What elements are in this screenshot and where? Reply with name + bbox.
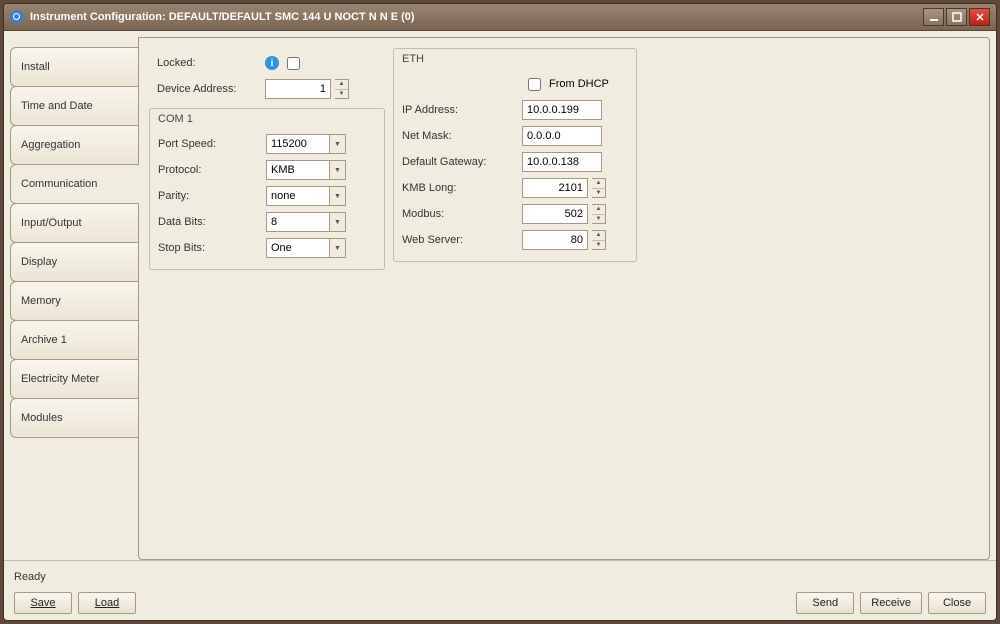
tab-install[interactable]: Install: [10, 47, 138, 87]
device-address-spinner[interactable]: ▲▼: [335, 79, 349, 99]
eth-title: ETH: [394, 49, 636, 67]
protocol-combo[interactable]: KMB▼: [266, 160, 346, 180]
maximize-button[interactable]: [946, 8, 967, 26]
from-dhcp-label: From DHCP: [549, 78, 609, 90]
left-column: Locked: i Device Address: ▲▼: [149, 48, 385, 270]
status-text: Ready: [14, 567, 986, 587]
minimize-button[interactable]: [923, 8, 944, 26]
data-bits-combo[interactable]: 8▼: [266, 212, 346, 232]
right-column: ETH From DHCP IP Address:: [393, 48, 637, 262]
load-button[interactable]: Load: [78, 592, 136, 614]
titlebar: Instrument Configuration: DEFAULT/DEFAUL…: [4, 4, 996, 31]
receive-button[interactable]: Receive: [860, 592, 922, 614]
tab-input-output[interactable]: Input/Output: [10, 203, 138, 243]
send-button[interactable]: Send: [796, 592, 854, 614]
tab-strip: InstallTime and DateAggregationCommunica…: [10, 37, 138, 560]
com1-title: COM 1: [150, 109, 384, 127]
data-bits-label: Data Bits:: [158, 216, 266, 228]
chevron-down-icon: ▼: [329, 239, 345, 257]
gw-input[interactable]: [522, 152, 602, 172]
locked-label: Locked:: [157, 57, 265, 69]
app-icon: [10, 10, 24, 24]
kmb-long-input[interactable]: [522, 178, 588, 198]
device-address-row: Device Address: ▲▼: [157, 76, 377, 102]
eth-group: ETH From DHCP IP Address:: [393, 48, 637, 262]
locked-checkbox[interactable]: [287, 57, 300, 70]
ip-input[interactable]: [522, 100, 602, 120]
port-speed-combo[interactable]: 115200▼: [266, 134, 346, 154]
com1-group: COM 1 Port Speed: 115200▼ Protocol: KMB▼…: [149, 108, 385, 270]
tab-electricity-meter[interactable]: Electricity Meter: [10, 359, 138, 399]
window: Instrument Configuration: DEFAULT/DEFAUL…: [3, 3, 997, 621]
protocol-label: Protocol:: [158, 164, 266, 176]
chevron-down-icon: ▼: [329, 135, 345, 153]
close-button[interactable]: Close: [928, 592, 986, 614]
port-speed-label: Port Speed:: [158, 138, 266, 150]
window-title: Instrument Configuration: DEFAULT/DEFAUL…: [30, 11, 921, 23]
chevron-down-icon: ▼: [329, 213, 345, 231]
modbus-spinner[interactable]: ▲▼: [592, 204, 606, 224]
tab-time-and-date[interactable]: Time and Date: [10, 86, 138, 126]
web-input[interactable]: [522, 230, 588, 250]
parity-combo[interactable]: none▼: [266, 186, 346, 206]
chevron-down-icon: ▼: [329, 187, 345, 205]
modbus-label: Modbus:: [402, 208, 522, 220]
from-dhcp-checkbox[interactable]: [528, 78, 541, 91]
statusbar: Ready Save Load Send Receive Close: [4, 560, 996, 620]
tab-display[interactable]: Display: [10, 242, 138, 282]
close-window-button[interactable]: [969, 8, 990, 26]
locked-row: Locked: i: [157, 50, 377, 76]
web-label: Web Server:: [402, 234, 522, 246]
tab-memory[interactable]: Memory: [10, 281, 138, 321]
kmb-long-label: KMB Long:: [402, 182, 522, 194]
chevron-down-icon: ▼: [329, 161, 345, 179]
stop-bits-label: Stop Bits:: [158, 242, 266, 254]
parity-label: Parity:: [158, 190, 266, 202]
web-spinner[interactable]: ▲▼: [592, 230, 606, 250]
info-icon[interactable]: i: [265, 56, 279, 70]
tab-modules[interactable]: Modules: [10, 398, 138, 438]
tab-archive-1[interactable]: Archive 1: [10, 320, 138, 360]
kmb-long-spinner[interactable]: ▲▼: [592, 178, 606, 198]
mask-input[interactable]: [522, 126, 602, 146]
tab-aggregation[interactable]: Aggregation: [10, 125, 138, 165]
ip-label: IP Address:: [402, 104, 522, 116]
content-panel: Locked: i Device Address: ▲▼: [138, 37, 990, 560]
body: InstallTime and DateAggregationCommunica…: [4, 31, 996, 560]
device-address-label: Device Address:: [157, 83, 265, 95]
save-button[interactable]: Save: [14, 592, 72, 614]
tab-communication[interactable]: Communication: [10, 164, 139, 204]
mask-label: Net Mask:: [402, 130, 522, 142]
device-address-input[interactable]: [265, 79, 331, 99]
stop-bits-combo[interactable]: One▼: [266, 238, 346, 258]
gw-label: Default Gateway:: [402, 156, 522, 168]
modbus-input[interactable]: [522, 204, 588, 224]
